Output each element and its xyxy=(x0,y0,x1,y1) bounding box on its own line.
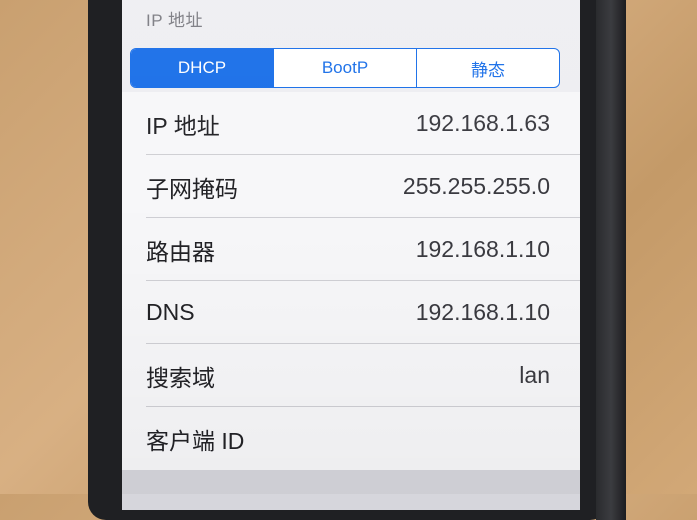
client-id-row[interactable]: 客户端 ID xyxy=(122,407,580,470)
ip-settings-list: IP 地址 192.168.1.63 子网掩码 255.255.255.0 路由… xyxy=(122,92,580,470)
bottom-section-strip xyxy=(122,470,580,510)
section-header: IP 地址 xyxy=(146,11,203,30)
segment-static[interactable]: 静态 xyxy=(417,49,559,87)
client-id-label: 客户端 ID xyxy=(146,427,245,454)
dns-row[interactable]: DNS 192.168.1.10 xyxy=(122,281,580,344)
ip-address-value: 192.168.1.63 xyxy=(415,110,550,136)
ip-address-label: IP 地址 xyxy=(146,112,220,139)
dns-label: DNS xyxy=(146,299,195,325)
dns-value: 192.168.1.10 xyxy=(415,299,550,325)
search-domain-value: lan xyxy=(519,362,550,388)
search-domain-label: 搜索域 xyxy=(146,364,215,391)
settings-screen: IP 地址 DHCP BootP 静态 IP 地址 192.168.1.63 子… xyxy=(122,0,580,510)
segment-bootp[interactable]: BootP xyxy=(274,49,417,87)
subnet-mask-value: 255.255.255.0 xyxy=(402,173,550,199)
segment-dhcp[interactable]: DHCP xyxy=(131,49,274,87)
search-domain-row[interactable]: 搜索域 lan xyxy=(122,344,580,407)
subnet-mask-row[interactable]: 子网掩码 255.255.255.0 xyxy=(122,155,580,218)
router-value: 192.168.1.10 xyxy=(415,236,550,262)
router-row[interactable]: 路由器 192.168.1.10 xyxy=(122,218,580,281)
router-label: 路由器 xyxy=(146,238,215,265)
subnet-mask-label: 子网掩码 xyxy=(146,175,238,202)
ip-mode-segmented-control: DHCP BootP 静态 xyxy=(130,48,560,88)
ip-address-row[interactable]: IP 地址 192.168.1.63 xyxy=(122,92,580,155)
phone-edge xyxy=(596,0,626,520)
